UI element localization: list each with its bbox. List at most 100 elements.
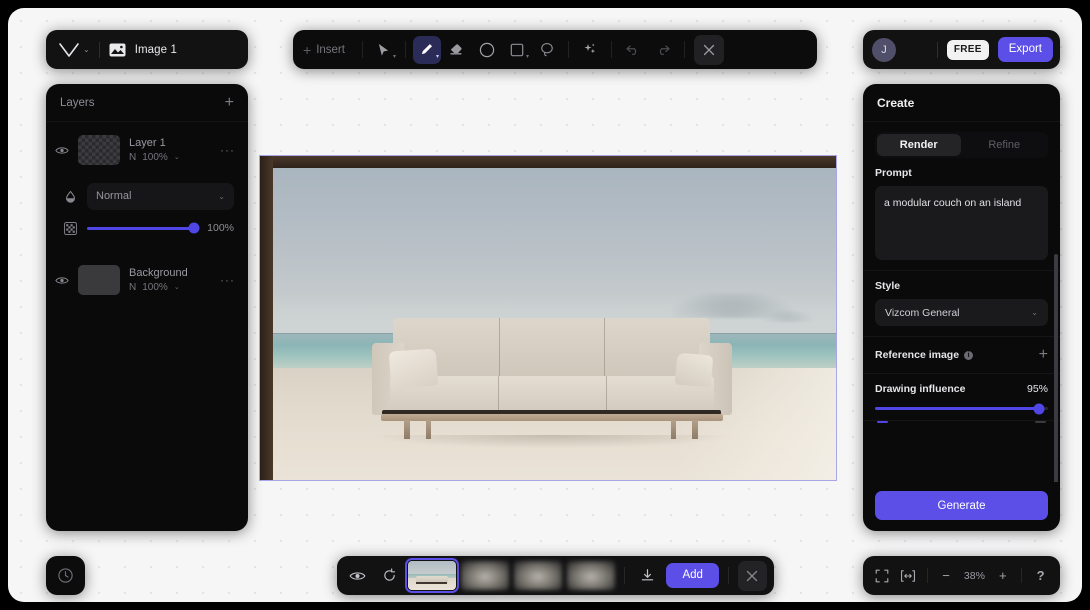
insert-button[interactable]: + Insert <box>299 36 355 64</box>
layer-visibility-toggle[interactable] <box>55 145 69 156</box>
eraser-icon <box>449 43 464 56</box>
layer-subinfo: N 100% ⌄ <box>129 151 211 165</box>
app-root: ⌄ Image 1 Layers + Layer 1 N 100% ⌄ ··· … <box>0 0 1090 610</box>
divider <box>361 41 363 58</box>
divider <box>936 41 938 58</box>
layer-row[interactable]: Layer 1 N 100% ⌄ ··· <box>46 122 248 178</box>
layer-menu-button[interactable]: ··· <box>220 273 235 287</box>
help-button[interactable]: ? <box>1029 564 1052 588</box>
layer-info: Layer 1 N 100% ⌄ <box>129 136 211 165</box>
scene-couch <box>371 317 732 448</box>
export-button[interactable]: Export <box>997 36 1053 63</box>
avatar-initial: J <box>881 43 887 56</box>
redo-icon <box>655 43 671 56</box>
couch-leg <box>403 420 410 439</box>
close-toolbar-button[interactable] <box>693 34 724 65</box>
tab-refine[interactable]: Refine <box>963 134 1047 156</box>
layer-subinfo: N 100% ⌄ <box>129 281 211 295</box>
chevron-down-icon[interactable]: ⌄ <box>174 281 180 295</box>
layer-row[interactable]: Background N 100% ⌄ ··· <box>46 252 248 308</box>
regenerate-button[interactable] <box>376 562 403 590</box>
select-tool-button[interactable]: ▾ <box>370 36 398 64</box>
drawing-influence-label: Drawing influence <box>875 383 966 395</box>
avatar[interactable]: J <box>872 37 896 62</box>
close-results-button[interactable] <box>737 560 767 591</box>
eraser-tool-button[interactable] <box>443 36 471 64</box>
redo-button[interactable] <box>649 36 677 64</box>
canvas-page[interactable]: ⌄ Image 1 Layers + Layer 1 N 100% ⌄ ··· … <box>8 8 1082 602</box>
create-panel-scrollbar[interactable] <box>1054 254 1058 482</box>
close-icon <box>702 43 716 57</box>
ai-tool-button[interactable] <box>576 36 604 64</box>
result-thumbnail[interactable] <box>514 561 563 590</box>
vizcom-logo-icon <box>58 42 80 58</box>
download-button[interactable] <box>634 562 661 590</box>
clipped-slider-right <box>1035 421 1046 423</box>
drawing-influence-slider[interactable] <box>875 403 1048 414</box>
layer-menu-button[interactable]: ··· <box>220 143 235 157</box>
undo-button[interactable] <box>619 36 647 64</box>
zoom-level-label: 38% <box>963 569 985 582</box>
brush-icon <box>419 42 434 57</box>
ellipse-tool-button[interactable] <box>473 36 501 64</box>
vizcom-logo-button[interactable]: ⌄ <box>58 42 90 58</box>
create-panel-footer: Generate <box>863 482 1060 531</box>
prompt-label: Prompt <box>875 167 912 179</box>
drawing-influence-section: Drawing influence 95% <box>863 374 1060 421</box>
layer-visibility-toggle[interactable] <box>55 275 69 286</box>
layer-thumbnail[interactable] <box>78 135 120 165</box>
zoom-out-button[interactable]: − <box>935 564 958 588</box>
undo-icon <box>625 43 641 56</box>
history-button[interactable] <box>46 556 85 595</box>
layer-opacity-row: 100% <box>46 212 248 242</box>
fit-width-button[interactable] <box>897 564 920 588</box>
preview-toggle-button[interactable] <box>344 562 371 590</box>
divider <box>404 41 406 58</box>
add-reference-image-button[interactable]: + <box>1039 347 1048 363</box>
tab-render[interactable]: Render <box>877 134 961 156</box>
add-button[interactable]: Add <box>666 562 719 589</box>
layer-thumbnail[interactable] <box>78 265 120 295</box>
create-panel-body: Prompt a modular couch on an island Styl… <box>863 158 1060 482</box>
reference-image-label: Reference image <box>875 349 960 361</box>
create-panel-title: Create <box>877 95 915 110</box>
result-thumbnail[interactable] <box>461 561 510 590</box>
blend-mode-value: Normal <box>96 190 132 202</box>
chevron-down-icon: ▾ <box>392 53 396 60</box>
blend-mode-select[interactable]: Normal ⌄ <box>87 182 234 210</box>
result-thumbnail[interactable] <box>405 558 460 593</box>
layer-blend-short: N <box>129 281 137 293</box>
brush-tool-button[interactable]: ▾ <box>412 35 441 64</box>
blend-mode-row: Normal ⌄ <box>46 178 248 212</box>
close-icon <box>745 569 759 583</box>
style-label: Style <box>875 280 901 292</box>
divider <box>683 41 685 58</box>
result-thumbnail[interactable] <box>567 561 616 590</box>
couch-pillow-left <box>388 348 438 390</box>
generate-button[interactable]: Generate <box>875 491 1048 520</box>
fit-to-screen-button[interactable] <box>871 564 894 588</box>
rectangle-tool-button[interactable]: ▾ <box>503 36 531 64</box>
frame-left-post <box>260 156 273 480</box>
divider <box>727 567 729 584</box>
artwork-scene <box>273 168 836 480</box>
blend-droplet-icon <box>64 190 77 203</box>
couch-leg <box>670 420 677 439</box>
layer-opacity-slider[interactable] <box>87 222 200 234</box>
create-tabs: Render Refine <box>875 132 1048 158</box>
plan-badge[interactable]: FREE <box>946 39 989 60</box>
info-icon[interactable]: i <box>964 350 974 360</box>
file-name-label: Image 1 <box>134 43 177 56</box>
lasso-tool-button[interactable] <box>533 36 561 64</box>
chevron-down-icon[interactable]: ⌄ <box>174 151 180 165</box>
prompt-input[interactable]: a modular couch on an island <box>875 186 1048 260</box>
circle-icon <box>479 42 495 58</box>
lasso-icon <box>540 42 554 57</box>
add-layer-button[interactable]: + <box>225 94 234 111</box>
layer-opacity-label: 100% <box>207 222 234 234</box>
zoom-in-button[interactable]: + <box>991 564 1014 588</box>
artwork-canvas[interactable] <box>259 155 837 481</box>
drawing-influence-header: Drawing influence 95% <box>875 383 1048 395</box>
style-select[interactable]: Vizcom General ⌄ <box>875 299 1048 326</box>
file-bar: ⌄ Image 1 <box>46 30 248 69</box>
